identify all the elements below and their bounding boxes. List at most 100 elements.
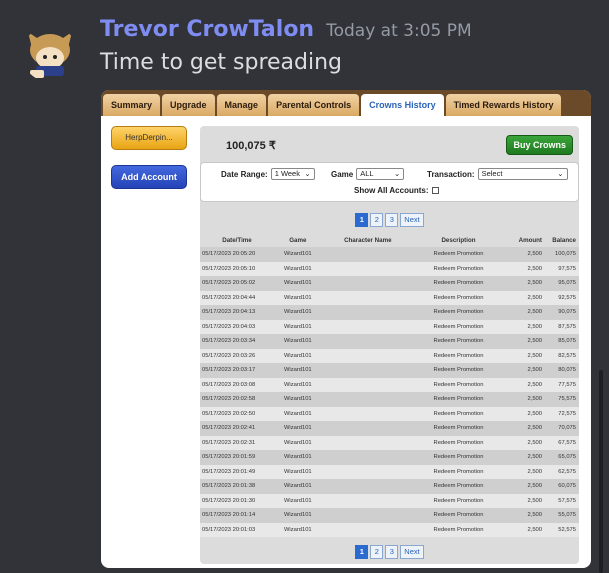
cell-amount: 2,500 [505,290,545,305]
cell-datetime: 05/17/2023 20:05:10 [200,261,272,276]
table-header-row: Date/Time Game Character Name Descriptio… [200,233,579,247]
cell-description: Redeem Promotion [411,435,505,450]
tab-summary[interactable]: Summary [103,94,161,116]
cell-character [323,435,412,450]
game-select[interactable]: ALL ⌄ [356,168,405,180]
cell-description: Redeem Promotion [411,334,505,349]
tab-manage[interactable]: Manage [216,94,267,116]
transaction-label: Transaction: [427,169,475,179]
tab-upgrade[interactable]: Upgrade [162,94,215,116]
page-1-button[interactable]: 1 [355,545,369,559]
table-row: 05/17/2023 20:05:02 Wizard101 Redeem Promo… [200,276,579,291]
table-row: 05/17/2023 20:01:49 Wizard101 Redeem Promo… [200,464,579,479]
add-account-button[interactable]: Add Account [111,165,187,189]
cell-amount: 2,500 [505,319,545,334]
cell-datetime: 05/17/2023 20:05:20 [200,247,272,262]
page-2-button[interactable]: 2 [370,545,384,559]
table-row: 05/17/2023 20:05:20 Wizard101 Redeem Promo… [200,247,579,262]
cell-amount: 2,500 [505,392,545,407]
username[interactable]: Trevor CrowTalon [100,17,314,42]
game-filter: Game ALL ⌄ [331,168,405,180]
cell-amount: 2,500 [505,276,545,291]
cell-character [323,522,412,537]
cell-datetime: 05/17/2023 20:01:49 [200,464,272,479]
cell-balance: 77,575 [545,377,579,392]
cell-description: Redeem Promotion [411,305,505,320]
cell-datetime: 05/17/2023 20:01:14 [200,508,272,523]
avatar[interactable] [22,26,78,82]
next-page-button[interactable]: Next [400,213,424,227]
account-select-button[interactable]: HerpDerpin... [111,126,187,150]
cell-amount: 2,500 [505,261,545,276]
cell-game: Wizard101 [272,435,324,450]
page-2-button[interactable]: 2 [370,213,384,227]
cell-balance: 57,575 [545,493,579,508]
cell-game: Wizard101 [272,348,324,363]
cell-balance: 52,575 [545,522,579,537]
next-page-button[interactable]: Next [400,545,424,559]
table-row: 05/17/2023 20:01:14 Wizard101 Redeem Promo… [200,508,579,523]
cell-datetime: 05/17/2023 20:03:08 [200,377,272,392]
date-range-label: Date Range: [221,169,268,179]
col-header-character[interactable]: Character Name [324,233,412,247]
cell-character [323,479,412,494]
show-all-label: Show All Accounts: [354,186,429,195]
cell-character [323,319,412,334]
game-value: ALL [360,169,374,178]
tab-timed-rewards-history[interactable]: Timed Rewards History [445,94,562,116]
table-row: 05/17/2023 20:05:10 Wizard101 Redeem Promo… [200,261,579,276]
cell-game: Wizard101 [272,290,324,305]
tab-parental-controls[interactable]: Parental Controls [268,94,360,116]
page-3-button[interactable]: 3 [385,545,399,559]
page-3-button[interactable]: 3 [385,213,399,227]
cell-game: Wizard101 [272,508,324,523]
col-header-datetime[interactable]: Date/Time [200,233,272,247]
cell-balance: 90,075 [545,305,579,320]
transaction-select[interactable]: Select ⌄ [477,168,568,180]
cell-datetime: 05/17/2023 20:01:03 [200,522,272,537]
scrollbar[interactable] [599,370,603,573]
table-row: 05/17/2023 20:04:44 Wizard101 Redeem Promo… [200,290,579,305]
cell-amount: 2,500 [505,305,545,320]
cell-amount: 2,500 [505,247,545,262]
cell-balance: 72,575 [545,406,579,421]
show-all-checkbox[interactable] [431,187,439,194]
embedded-image[interactable]: Summary Upgrade Manage Parental Controls… [101,90,591,568]
col-header-description[interactable]: Description [412,233,505,247]
col-header-game[interactable]: Game [272,233,324,247]
cell-datetime: 05/17/2023 20:01:30 [200,493,272,508]
cell-character [323,348,412,363]
page-1-button[interactable]: 1 [355,213,369,227]
cell-datetime: 05/17/2023 20:04:13 [200,305,272,320]
cell-description: Redeem Promotion [411,363,505,378]
cell-game: Wizard101 [272,247,324,262]
table-body: 05/17/2023 20:05:20 Wizard101 Redeem Promo… [200,247,579,537]
col-header-amount[interactable]: Amount [505,233,545,247]
chevron-down-icon: ⌄ [557,169,564,178]
table-row: 05/17/2023 20:01:59 Wizard101 Redeem Promo… [200,450,579,465]
date-range-select[interactable]: 1 Week ⌄ [270,168,315,180]
buy-crowns-button[interactable]: Buy Crowns [506,135,573,155]
table-row: 05/17/2023 20:03:34 Wizard101 Redeem Promo… [200,334,579,349]
cell-amount: 2,500 [505,348,545,363]
tab-bar: Summary Upgrade Manage Parental Controls… [101,90,591,116]
cell-amount: 2,500 [505,334,545,349]
cell-character [323,305,412,320]
cell-amount: 2,500 [505,508,545,523]
cell-game: Wizard101 [272,464,324,479]
tab-crowns-history[interactable]: Crowns History [361,94,444,116]
date-range-filter: Date Range: 1 Week ⌄ [221,168,315,180]
cell-game: Wizard101 [272,305,324,320]
date-range-value: 1 Week [274,169,300,178]
cell-description: Redeem Promotion [411,319,505,334]
cell-datetime: 05/17/2023 20:05:02 [200,276,272,291]
cell-amount: 2,500 [505,406,545,421]
cell-description: Redeem Promotion [411,493,505,508]
cell-datetime: 05/17/2023 20:03:17 [200,363,272,378]
cell-balance: 82,575 [545,348,579,363]
cell-datetime: 05/17/2023 20:01:38 [200,479,272,494]
cell-datetime: 05/17/2023 20:02:41 [200,421,272,436]
table-row: 05/17/2023 20:02:50 Wizard101 Redeem Promo… [200,406,579,421]
cell-amount: 2,500 [505,493,545,508]
col-header-balance[interactable]: Balance [545,233,579,247]
